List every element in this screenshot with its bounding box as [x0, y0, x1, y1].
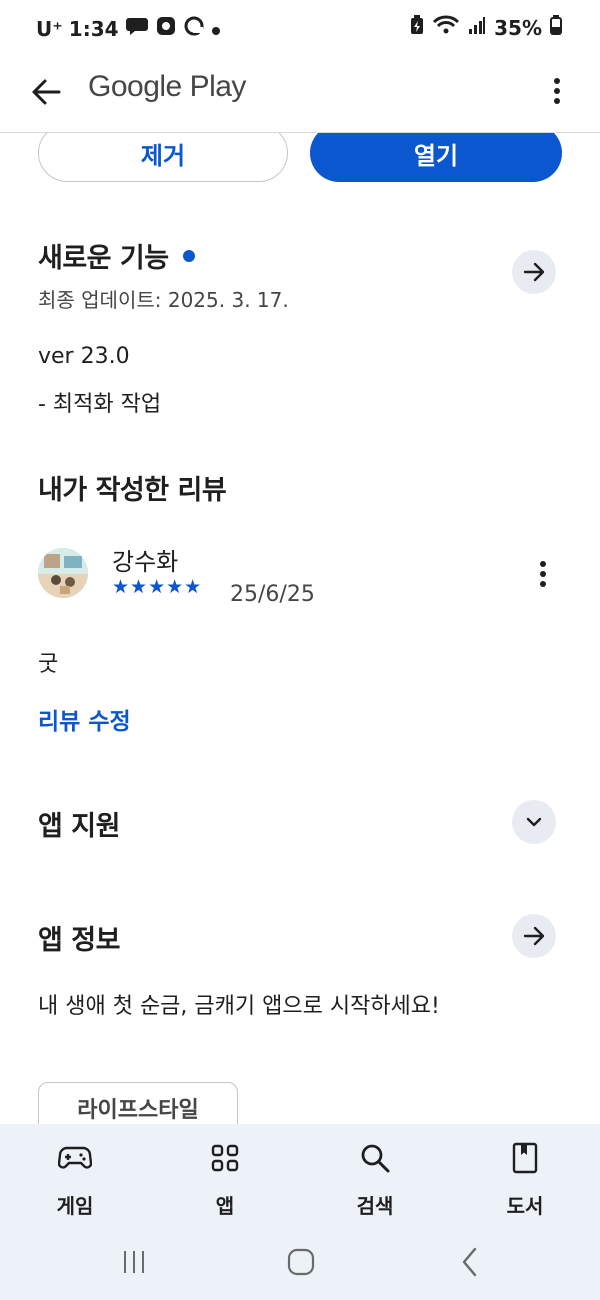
open-button-label: 열기: [413, 141, 459, 170]
more-options-button[interactable]: [540, 70, 574, 112]
whats-new-arrow-button[interactable]: [512, 250, 556, 294]
review-author: 강수화: [112, 548, 179, 576]
book-icon: [505, 1138, 545, 1178]
status-right: 35%: [410, 15, 562, 40]
avatar-photo: [38, 548, 88, 598]
review-more-button[interactable]: [530, 556, 556, 592]
notification-dot-icon: [211, 17, 221, 41]
app-info-title[interactable]: 앱 정보: [38, 918, 120, 957]
time-label: 1:34: [68, 16, 119, 41]
system-navigation-bar: [0, 1230, 600, 1300]
messenger-icon: [155, 15, 177, 42]
back-button[interactable]: [26, 72, 66, 112]
chevron-left-icon: [462, 1247, 477, 1277]
signal-icon: [468, 15, 486, 40]
chevron-down-icon: [526, 817, 542, 827]
version-text: ver 23.0: [38, 344, 130, 369]
nav-games-label: 게임: [56, 1194, 94, 1218]
gamepad-icon: [55, 1138, 95, 1178]
battery-saver-icon: [410, 15, 424, 40]
wifi-icon: [432, 15, 460, 40]
app-info-arrow-button[interactable]: [512, 914, 556, 958]
arrow-forward-icon: [523, 926, 545, 946]
status-left: U⁺ 1:34: [36, 15, 221, 42]
whats-new-title: 새로운 기능: [38, 243, 169, 274]
chat-bubble-icon: [125, 16, 149, 41]
system-back-button[interactable]: [458, 1246, 482, 1282]
apps-grid-icon: [205, 1138, 245, 1178]
nav-search-label: 검색: [356, 1194, 394, 1218]
my-review-title: 내가 작성한 리뷰: [38, 475, 227, 506]
home-button[interactable]: [286, 1247, 316, 1281]
nav-games[interactable]: 게임: [0, 1124, 150, 1230]
nav-apps-label: 앱: [215, 1194, 235, 1218]
whats-new-header[interactable]: 새로운 기능: [38, 236, 195, 275]
arrow-forward-icon: [523, 262, 545, 282]
app-bar-title: Google Play: [88, 70, 246, 103]
battery-icon: [550, 15, 562, 40]
nav-search[interactable]: 검색: [300, 1124, 450, 1230]
last-updated-text: 최종 업데이트: 2025. 3. 17.: [38, 288, 289, 312]
carrier-label: U⁺: [36, 16, 63, 41]
bottom-navigation: 게임 앱 검색 도서: [0, 1124, 600, 1230]
more-vert-icon: [554, 78, 560, 104]
app-support-expand-button[interactable]: [512, 800, 556, 844]
more-vert-icon: [540, 561, 546, 587]
release-notes-text: - 최적화 작업: [38, 392, 162, 417]
home-icon: [287, 1248, 315, 1276]
battery-percent: 35%: [494, 15, 542, 40]
recent-apps-icon: [124, 1251, 144, 1273]
star-rating: ★★★★★: [112, 576, 203, 598]
call-icon: [183, 15, 205, 42]
avatar: [38, 548, 88, 598]
search-icon: [355, 1138, 395, 1178]
app-bar: Google Play: [0, 58, 600, 133]
review-text: 굿: [38, 652, 59, 677]
nav-books[interactable]: 도서: [450, 1124, 600, 1230]
back-arrow-icon: [32, 79, 61, 105]
category-chip-label: 라이프스타일: [77, 1098, 199, 1123]
review-date: 25/6/25: [230, 582, 315, 607]
uninstall-button-label: 제거: [140, 141, 186, 170]
nav-books-label: 도서: [506, 1194, 544, 1218]
app-description: 내 생애 첫 순금, 금캐기 앱으로 시작하세요!: [38, 994, 440, 1019]
recent-apps-button[interactable]: [120, 1248, 148, 1280]
nav-apps[interactable]: 앱: [150, 1124, 300, 1230]
edit-review-link[interactable]: 리뷰 수정: [38, 702, 131, 736]
app-support-title[interactable]: 앱 지원: [38, 804, 120, 843]
status-bar: U⁺ 1:34 35%: [0, 0, 600, 58]
new-indicator-dot: [182, 249, 195, 262]
